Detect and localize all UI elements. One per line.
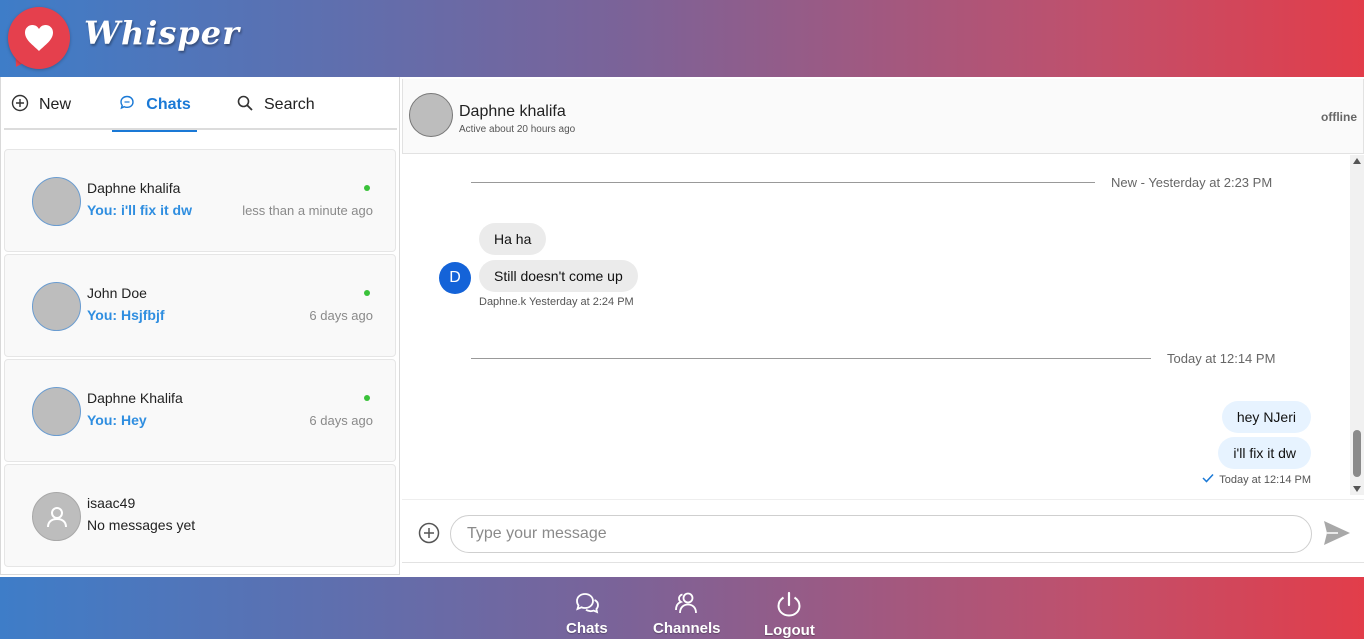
logo-heart-icon xyxy=(8,7,70,69)
status-badge: offline xyxy=(1321,110,1357,124)
send-icon[interactable] xyxy=(1322,519,1352,552)
message-meta: Daphne.k Yesterday at 2:24 PM xyxy=(479,296,634,308)
contact-name[interactable]: Daphne khalifa xyxy=(459,103,566,121)
sender-avatar[interactable]: D xyxy=(439,262,471,294)
chat-name: John Doe xyxy=(87,285,147,301)
plus-circle-icon xyxy=(11,94,29,117)
power-icon xyxy=(775,591,803,621)
nav-chats[interactable]: Chats xyxy=(566,591,608,637)
nav-channels[interactable]: Channels xyxy=(653,591,721,637)
date-divider-label: Today at 12:14 PM xyxy=(1167,351,1276,366)
outgoing-message[interactable]: hey NJeri xyxy=(1221,401,1311,433)
chat-time: less than a minute ago xyxy=(242,203,373,218)
message-input[interactable] xyxy=(450,515,1312,553)
scroll-up-arrow-icon[interactable] xyxy=(1353,158,1361,164)
checkmark-icon xyxy=(1202,473,1214,486)
avatar xyxy=(32,282,81,331)
chats-icon xyxy=(573,591,601,619)
tab-chats[interactable]: Chats xyxy=(112,80,197,132)
tab-new-label: New xyxy=(39,96,72,113)
chat-list: Daphne khalifa You: i'll fix it dw less … xyxy=(4,149,397,571)
chat-bubbles-icon xyxy=(118,94,136,117)
bottom-nav: Chats Channels Logout xyxy=(0,577,1364,639)
brand-name: Whisper xyxy=(84,14,240,52)
sidebar-tabs: New Chats Search xyxy=(4,80,397,132)
tab-search-label: Search xyxy=(264,96,315,113)
search-icon xyxy=(236,94,254,117)
chat-list-item[interactable]: isaac49 No messages yet xyxy=(4,464,396,567)
date-divider-line xyxy=(471,182,1095,183)
online-indicator xyxy=(364,185,370,191)
incoming-message[interactable]: Still doesn't come up xyxy=(479,260,638,292)
attach-plus-icon[interactable] xyxy=(418,522,440,549)
last-active-text: Active about 20 hours ago xyxy=(459,124,576,135)
message-list: New - Yesterday at 2:23 PM Ha ha Still d… xyxy=(402,155,1364,495)
chat-list-item[interactable]: John Doe You: Hsjfbjf 6 days ago xyxy=(4,254,396,357)
avatar xyxy=(32,177,81,226)
nav-logout-label: Logout xyxy=(764,622,815,639)
chat-preview: You: i'll fix it dw xyxy=(87,202,192,218)
nav-channels-label: Channels xyxy=(653,620,721,637)
online-indicator xyxy=(364,290,370,296)
chat-name: isaac49 xyxy=(87,495,136,511)
chat-time: 6 days ago xyxy=(309,308,373,323)
chat-name: Daphne khalifa xyxy=(87,180,181,196)
scroll-down-arrow-icon[interactable] xyxy=(1353,486,1361,492)
date-divider-label: New - Yesterday at 2:23 PM xyxy=(1111,175,1273,190)
message-scrollbar[interactable] xyxy=(1350,155,1364,495)
message-meta-row: Today at 12:14 PM xyxy=(1202,473,1311,486)
message-composer xyxy=(402,499,1364,563)
nav-logout[interactable]: Logout xyxy=(764,591,815,639)
tab-search[interactable]: Search xyxy=(236,80,315,130)
chat-preview: You: Hsjfbjf xyxy=(87,307,165,323)
date-divider-line xyxy=(471,358,1151,359)
chat-sidebar: New Chats Search Daphne khalifa You: i'l… xyxy=(0,77,400,575)
chat-time: 6 days ago xyxy=(309,413,373,428)
tab-chats-label: Chats xyxy=(146,96,191,113)
nav-chats-label: Chats xyxy=(566,620,608,637)
chat-preview: No messages yet xyxy=(87,517,196,533)
chat-name: Daphne Khalifa xyxy=(87,390,183,406)
conversation-header: Daphne khalifa Active about 20 hours ago… xyxy=(402,79,1364,154)
chat-preview: You: Hey xyxy=(87,412,147,428)
outgoing-message[interactable]: i'll fix it dw xyxy=(1218,437,1311,469)
online-indicator xyxy=(364,395,370,401)
avatar xyxy=(32,387,81,436)
conversation-panel: Daphne khalifa Active about 20 hours ago… xyxy=(402,79,1364,563)
people-icon xyxy=(673,591,701,619)
message-time: Today at 12:14 PM xyxy=(1219,473,1311,486)
incoming-message[interactable]: Ha ha xyxy=(479,223,547,255)
avatar[interactable] xyxy=(409,93,453,137)
chat-list-item[interactable]: Daphne Khalifa You: Hey 6 days ago xyxy=(4,359,396,462)
top-bar: Whisper xyxy=(0,0,1364,77)
scroll-thumb[interactable] xyxy=(1353,430,1361,477)
chat-list-item[interactable]: Daphne khalifa You: i'll fix it dw less … xyxy=(4,149,396,252)
default-user-avatar-icon xyxy=(32,492,81,541)
tab-new[interactable]: New xyxy=(11,80,71,130)
